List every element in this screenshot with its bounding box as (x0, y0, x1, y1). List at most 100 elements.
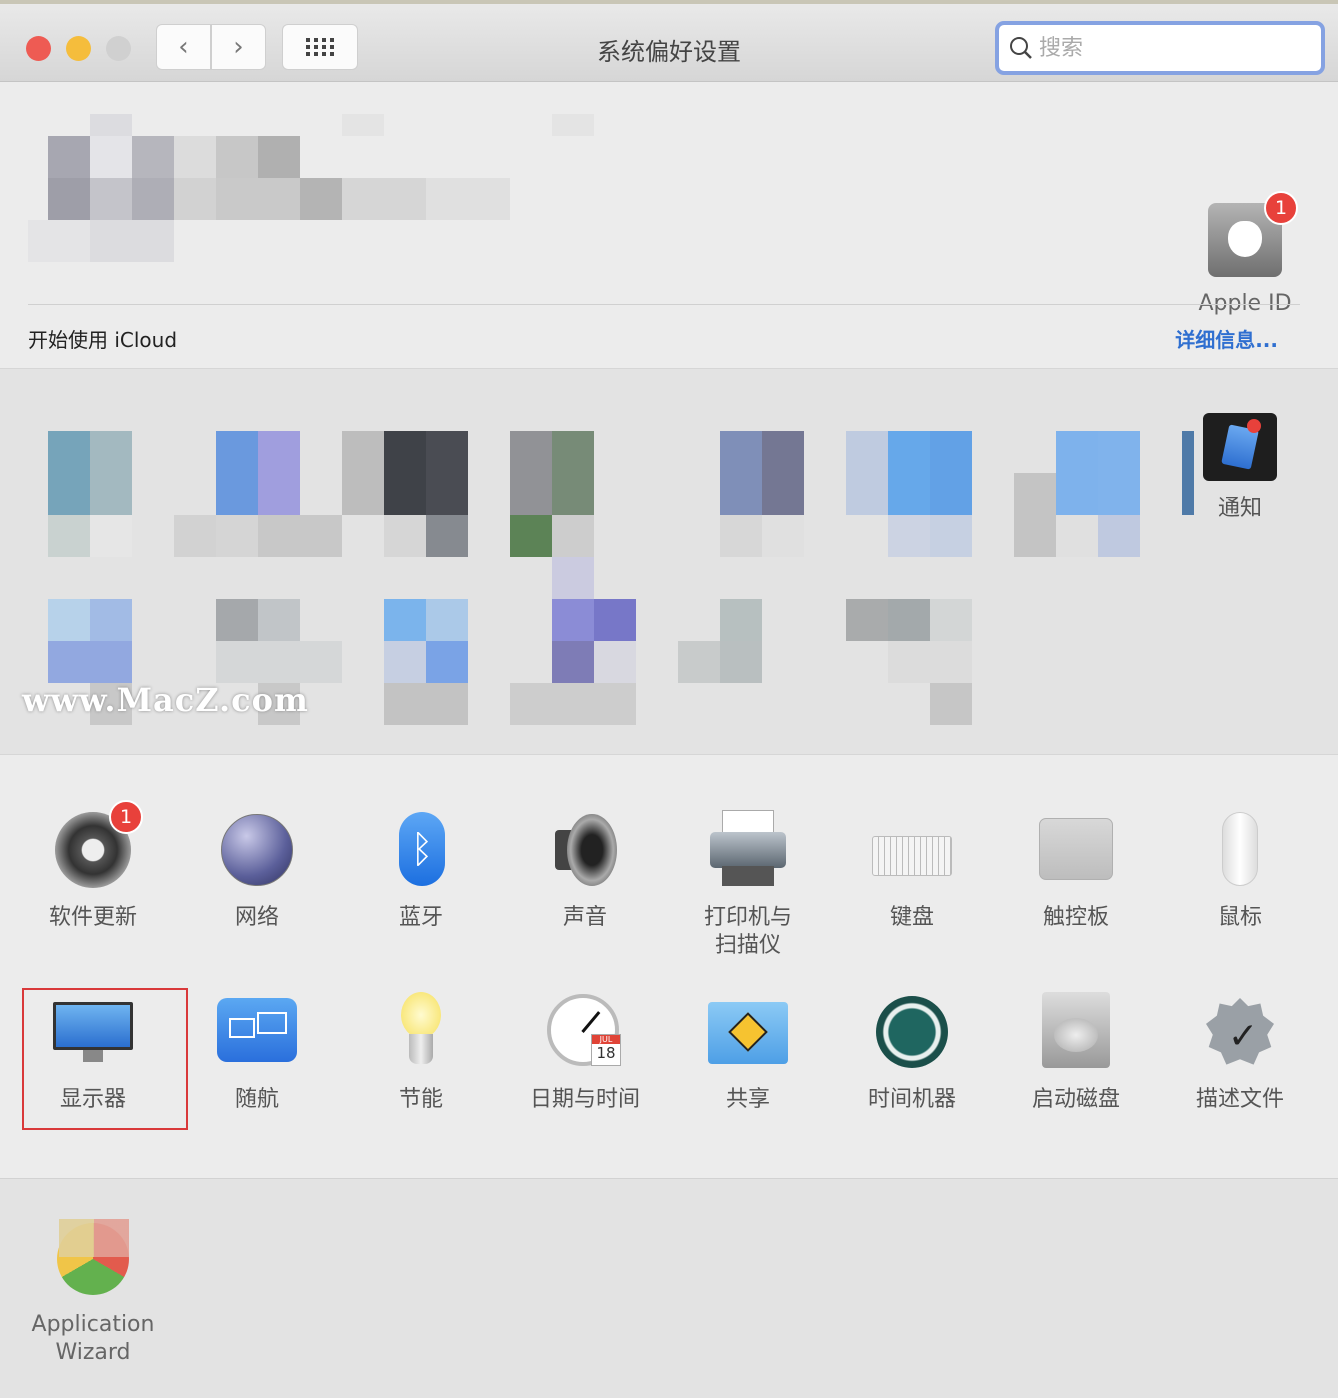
trackpad-icon (1036, 810, 1116, 890)
pane-label: 日期与时间 (529, 1087, 640, 1112)
bluetooth-icon: ᛒ (381, 810, 461, 890)
pane-sidecar[interactable]: 随航 (182, 992, 332, 1114)
pane-mouse[interactable]: 鼠标 (1165, 810, 1315, 932)
pane-network[interactable]: 网络 (182, 810, 332, 932)
pane-profiles[interactable]: ✓ 描述文件 (1165, 992, 1315, 1114)
pane-time-machine[interactable]: 时间机器 (837, 992, 987, 1114)
mosaic-block (174, 136, 216, 178)
icloud-prompt: 开始使用 iCloud (28, 328, 178, 352)
mosaic-block (888, 641, 972, 683)
mosaic-block (426, 641, 468, 683)
mosaic-block (552, 641, 594, 683)
mouse-icon (1200, 810, 1280, 890)
apple-id-badge: 1 (1264, 191, 1298, 225)
mosaic-block (216, 599, 258, 641)
calendar-month: JUL (592, 1035, 620, 1044)
mosaic-block (342, 431, 384, 515)
mosaic-block (342, 178, 426, 220)
mosaic-block (174, 178, 216, 220)
mosaic-block (258, 599, 300, 641)
sound-icon (545, 810, 625, 890)
mosaic-block (552, 114, 594, 136)
pane-trackpad[interactable]: 触控板 (1001, 810, 1151, 932)
mosaic-block (1056, 515, 1098, 557)
keyboard-icon (872, 810, 952, 890)
pane-label: 声音 (562, 905, 607, 930)
pane-label: 节能 (398, 1087, 443, 1112)
mosaic-block (930, 683, 972, 725)
title-bar: ‹ › 系统偏好设置 (0, 0, 1338, 82)
apple-id-pane[interactable]: 1 Apple ID (1195, 191, 1298, 316)
mosaic-block (678, 641, 720, 683)
pane-startup-disk[interactable]: 启动磁盘 (1001, 992, 1151, 1114)
mosaic-block (48, 599, 90, 641)
pane-software-update[interactable]: 1 软件更新 (18, 800, 168, 932)
pane-label: 共享 (725, 1087, 770, 1112)
search-field[interactable] (995, 21, 1325, 75)
hardware-section: 1 软件更新 网络 ᛒ 蓝牙 声音 打印机与 扫描仪 键盘 触控板 鼠标 显示器 随航 节能 JUL 18 日… (0, 756, 1338, 1178)
mosaic-block (846, 599, 888, 641)
mosaic-block (426, 515, 468, 557)
mosaic-block (930, 515, 972, 557)
mosaic-block (888, 599, 930, 641)
selected-pane-highlight (22, 988, 188, 1130)
profiles-icon: ✓ (1200, 992, 1280, 1072)
mosaic-block (216, 178, 300, 220)
pane-bluetooth[interactable]: ᛒ 蓝牙 (346, 810, 496, 932)
pane-label: 鼠标 (1217, 905, 1262, 930)
mosaic-block (510, 515, 552, 557)
mosaic-block (216, 515, 258, 557)
mosaic-block (762, 431, 804, 515)
pane-sharing[interactable]: 共享 (673, 992, 823, 1114)
mosaic-block (90, 599, 132, 641)
other-section: Application Wizard (0, 1178, 1338, 1398)
details-link[interactable]: 详细信息... (1175, 324, 1278, 353)
mosaic-block (846, 431, 888, 515)
pane-label: 蓝牙 (398, 905, 443, 930)
date-time-icon: JUL 18 (545, 992, 625, 1072)
mosaic-block (720, 641, 762, 683)
personal-section: 通知 www.MacZ.com (0, 368, 1338, 755)
pane-application-wizard[interactable]: Application Wizard (18, 1217, 168, 1367)
mosaic-block (90, 178, 132, 220)
pane-label: 时间机器 (867, 1087, 956, 1112)
mosaic-block (384, 599, 426, 641)
pane-date-time[interactable]: JUL 18 日期与时间 (510, 992, 660, 1114)
pane-label: 网络 (234, 905, 279, 930)
network-icon (217, 810, 297, 890)
pane-sound[interactable]: 声音 (510, 810, 660, 932)
mosaic-block (48, 641, 132, 683)
pane-keyboard[interactable]: 键盘 (837, 810, 987, 932)
search-input[interactable] (1039, 35, 1299, 61)
pane-label: 通知 (1217, 496, 1262, 521)
printer-icon (708, 810, 788, 890)
time-machine-icon (872, 992, 952, 1072)
apple-logo-icon: 1 (1208, 191, 1298, 277)
mosaic-block (48, 178, 90, 220)
mosaic-block (384, 431, 426, 515)
mosaic-block (552, 431, 594, 515)
sidecar-icon (217, 992, 297, 1072)
mosaic-block (552, 515, 594, 557)
mosaic-block (426, 178, 510, 220)
mosaic-block (720, 599, 762, 641)
pane-printer[interactable]: 打印机与 扫描仪 (673, 810, 823, 960)
pane-label: 键盘 (889, 905, 934, 930)
pane-energy-saver[interactable]: 节能 (346, 992, 496, 1114)
application-wizard-icon (53, 1217, 133, 1297)
mosaic-block (384, 641, 426, 683)
energy-saver-icon (381, 992, 461, 1072)
calendar-day: 18 (596, 1044, 616, 1062)
pane-label: 触控板 (1042, 905, 1109, 930)
mosaic-block (594, 641, 636, 683)
mosaic-block (510, 431, 552, 515)
mosaic-block (762, 515, 804, 557)
mosaic-block (552, 557, 594, 599)
update-badge: 1 (109, 800, 143, 834)
mosaic-block (510, 683, 636, 725)
mosaic-block (1098, 515, 1140, 557)
mosaic-block (90, 431, 132, 515)
mosaic-block (384, 683, 468, 725)
pane-notifications[interactable]: 通知 (1165, 413, 1315, 523)
sharing-icon (708, 992, 788, 1072)
